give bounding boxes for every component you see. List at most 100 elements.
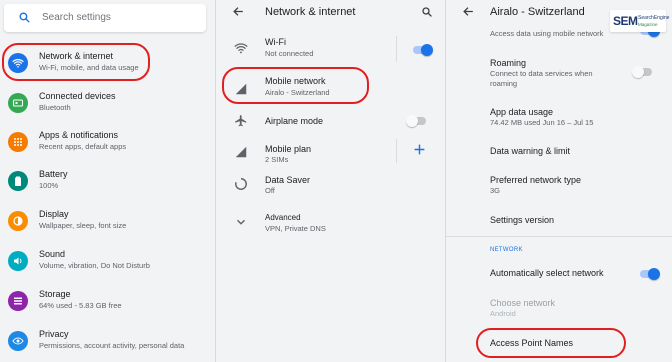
mobile-data-subtitle: Access data using mobile network <box>490 29 604 38</box>
display-icon <box>8 211 28 231</box>
divider <box>396 139 397 163</box>
mobile-plan-subtitle: 2 SIMs <box>265 155 289 164</box>
advanced-title: Advanced <box>265 213 301 222</box>
settings-item-battery[interactable]: Battery 100% <box>0 163 215 199</box>
preferred-network-subtitle: 3G <box>490 186 501 195</box>
settings-item-display[interactable]: Display Wallpaper, sleep, font size <box>0 203 215 239</box>
choose-network-row: Choose network Android <box>446 297 672 321</box>
signal-icon <box>234 82 248 101</box>
wifi-row[interactable]: Wi-Fi Not connected <box>216 36 445 64</box>
settings-item-title: Storage <box>39 289 71 299</box>
wifi-icon <box>8 53 28 73</box>
settings-item-subtitle: Permissions, account activity, personal … <box>39 341 185 350</box>
logo-text-bottom: Magazine <box>638 22 658 27</box>
settings-item-subtitle: 64% used - 5.83 GB free <box>39 301 122 310</box>
app-data-usage-title: App data usage <box>490 107 554 117</box>
settings-main-panel: Search settings Network & internet Wi-Fi… <box>0 0 215 362</box>
roaming-subtitle: Connect to data services when roaming <box>490 69 593 88</box>
settings-item-subtitle: Wallpaper, sleep, font size <box>39 221 127 230</box>
chevron-down-icon <box>234 215 248 234</box>
sem-logo: SEM SearchEngine Magazine <box>610 10 670 32</box>
mobile-network-row[interactable]: Mobile network Airalo - Switzerland <box>216 74 445 104</box>
sound-icon <box>8 251 28 271</box>
settings-item-subtitle: Bluetooth <box>39 103 71 112</box>
settings-item-subtitle: Wi-Fi, mobile, and data usage <box>39 63 139 72</box>
signal-icon <box>234 145 248 164</box>
settings-item-subtitle: Volume, vibration, Do Not Disturb <box>39 261 150 270</box>
access-point-names-title: Access Point Names <box>490 338 574 348</box>
page-title: Airalo - Switzerland <box>490 6 585 18</box>
app-data-usage-row[interactable]: App data usage 74.42 MB used Jun 16 – Ju… <box>446 105 672 129</box>
settings-item-title: Privacy <box>39 329 69 339</box>
data-saver-title: Data Saver <box>265 175 311 185</box>
settings-item-title: Display <box>39 209 69 219</box>
data-saver-row[interactable]: Data Saver Off <box>216 171 445 197</box>
wifi-icon <box>234 41 248 60</box>
data-saver-subtitle: Off <box>265 186 275 195</box>
settings-version-title: Settings version <box>490 215 555 225</box>
settings-item-apps[interactable]: Apps & notifications Recent apps, defaul… <box>0 124 215 160</box>
settings-item-subtitle: Recent apps, default apps <box>39 142 127 151</box>
settings-item-sound[interactable]: Sound Volume, vibration, Do Not Disturb <box>0 243 215 279</box>
page-title: Network & internet <box>265 6 356 18</box>
mobile-network-detail-panel: Airalo - Switzerland Access data using m… <box>445 0 672 362</box>
app-bar: Network & internet <box>216 0 445 24</box>
airplane-mode-title: Airplane mode <box>265 116 324 126</box>
mobile-plan-title: Mobile plan <box>265 144 312 154</box>
search-placeholder: Search settings <box>42 12 111 23</box>
data-saver-icon <box>234 177 248 196</box>
roaming-toggle[interactable] <box>632 66 652 78</box>
settings-item-title: Battery <box>39 169 68 179</box>
airplane-mode-row[interactable]: Airplane mode <box>216 113 445 131</box>
settings-item-subtitle: 100% <box>39 181 59 190</box>
settings-version-row[interactable]: Settings version <box>446 214 672 228</box>
preferred-network-title: Preferred network type <box>490 175 582 185</box>
wifi-title: Wi-Fi <box>265 37 286 47</box>
apps-icon <box>8 132 28 152</box>
section-label: NETWORK <box>490 247 523 253</box>
advanced-subtitle: VPN, Private DNS <box>265 224 326 233</box>
settings-item-network[interactable]: Network & internet Wi-Fi, mobile, and da… <box>0 45 215 81</box>
settings-item-title: Connected devices <box>39 91 116 101</box>
back-arrow-icon[interactable] <box>232 5 245 23</box>
settings-item-title: Apps & notifications <box>39 130 119 140</box>
app-data-usage-subtitle: 74.42 MB used Jun 16 – Jul 15 <box>490 118 594 127</box>
auto-select-toggle[interactable] <box>640 268 660 280</box>
choose-network-subtitle: Android <box>490 309 516 318</box>
network-internet-panel: Network & internet Wi-Fi Not connected M… <box>215 0 445 362</box>
mobile-plan-row[interactable]: Mobile plan 2 SIMs <box>216 139 445 165</box>
airplane-icon <box>234 114 248 133</box>
devices-icon <box>8 93 28 113</box>
auto-select-network-row[interactable]: Automatically select network <box>446 266 672 280</box>
data-warning-row[interactable]: Data warning & limit <box>446 145 672 159</box>
mobile-network-title: Mobile network <box>265 76 326 86</box>
settings-item-privacy[interactable]: Privacy Permissions, account activity, p… <box>0 323 215 359</box>
logo-mark: SEM <box>613 14 638 28</box>
settings-item-connected-devices[interactable]: Connected devices Bluetooth <box>0 85 215 121</box>
section-divider <box>446 236 672 237</box>
logo-text-top: SearchEngine <box>638 15 670 21</box>
plus-icon[interactable] <box>413 143 426 161</box>
back-arrow-icon[interactable] <box>462 5 475 23</box>
search-bar[interactable]: Search settings <box>4 4 206 32</box>
divider <box>396 36 397 62</box>
auto-select-network-title: Automatically select network <box>490 268 604 278</box>
access-point-names-row[interactable]: Access Point Names <box>446 336 672 350</box>
wifi-toggle[interactable] <box>413 44 433 56</box>
storage-icon <box>8 291 28 311</box>
preferred-network-row[interactable]: Preferred network type 3G <box>446 174 672 198</box>
roaming-title: Roaming <box>490 58 527 68</box>
roaming-row[interactable]: Roaming Connect to data services when ro… <box>446 56 672 90</box>
settings-item-title: Sound <box>39 249 66 259</box>
settings-item-storage[interactable]: Storage 64% used - 5.83 GB free <box>0 283 215 319</box>
advanced-row[interactable]: Advanced VPN, Private DNS <box>216 209 445 235</box>
data-warning-title: Data warning & limit <box>490 146 571 156</box>
search-icon <box>18 11 31 29</box>
search-icon[interactable] <box>421 5 433 23</box>
battery-icon <box>8 171 28 191</box>
wifi-subtitle: Not connected <box>265 49 314 58</box>
privacy-icon <box>8 331 28 351</box>
settings-item-title: Network & internet <box>39 51 114 61</box>
airplane-mode-toggle[interactable] <box>406 115 426 127</box>
mobile-network-subtitle: Airalo - Switzerland <box>265 88 330 97</box>
